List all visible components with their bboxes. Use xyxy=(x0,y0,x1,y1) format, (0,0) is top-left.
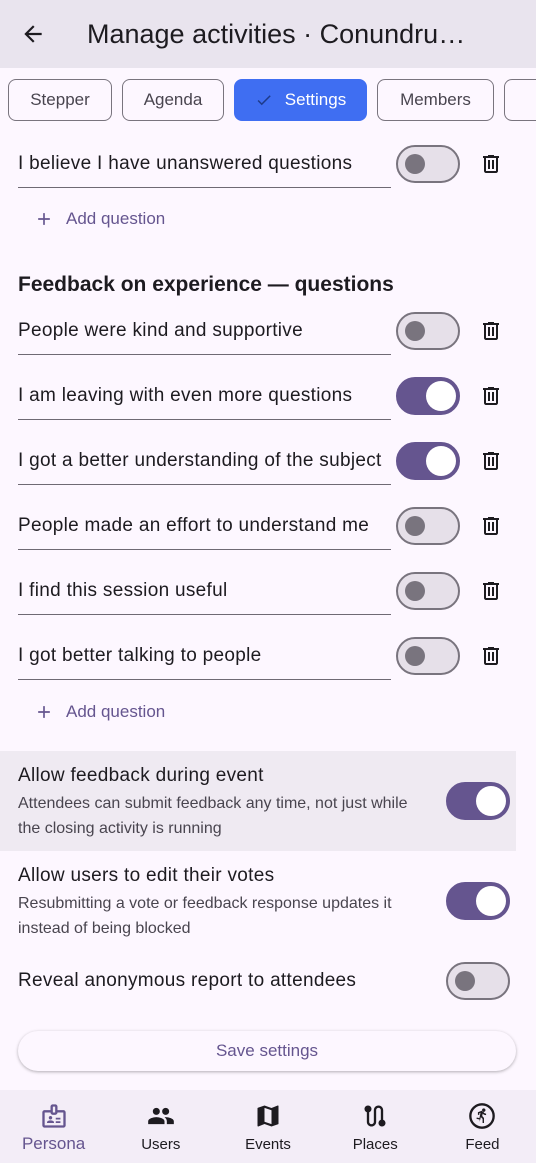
question-field[interactable]: I find this session useful xyxy=(18,567,391,615)
nav-label: Events xyxy=(245,1136,291,1153)
question-toggle[interactable] xyxy=(396,442,460,480)
bottom-navigation: Persona Users Events Places Feed xyxy=(0,1090,536,1163)
nav-label: Places xyxy=(352,1136,398,1153)
question-toggle[interactable] xyxy=(396,145,460,183)
setting-edit-votes[interactable]: Allow users to edit their votes Resubmit… xyxy=(0,851,516,951)
add-question-label: Add question xyxy=(66,702,166,721)
tab-agenda[interactable]: Agenda xyxy=(122,79,224,121)
tab-members[interactable]: Members xyxy=(377,79,494,121)
delete-icon[interactable] xyxy=(479,152,503,176)
setting-subtitle: Attendees can submit feedback any time, … xyxy=(18,795,408,837)
section-title: Feedback on experience — questions xyxy=(18,273,394,296)
setting-allow-feedback[interactable]: Allow feedback during event Attendees ca… xyxy=(0,751,516,851)
nav-item-users[interactable]: Users xyxy=(107,1090,214,1163)
arrow-back-icon xyxy=(24,25,42,43)
delete-icon[interactable] xyxy=(479,319,503,343)
setting-title: Allow users to edit their votes xyxy=(18,865,275,886)
nav-label: Feed xyxy=(465,1136,500,1153)
group-icon xyxy=(147,1102,175,1130)
nav-item-feed[interactable]: Feed xyxy=(429,1090,536,1163)
tab-bar: Stepper Agenda Settings Members xyxy=(0,68,536,132)
page-title: Manage activities · Conundrum C... xyxy=(87,18,487,49)
question-toggle[interactable] xyxy=(396,637,460,675)
question-field[interactable]: People made an effort to understand me xyxy=(18,502,391,550)
tab-label: Agenda xyxy=(143,90,203,109)
question-field[interactable]: I got better talking to people xyxy=(18,632,391,680)
question-toggle[interactable] xyxy=(396,507,460,545)
question-toggle[interactable] xyxy=(396,572,460,610)
setting-toggle[interactable] xyxy=(446,782,510,820)
badge-icon xyxy=(40,1102,68,1130)
tab-settings[interactable]: Settings xyxy=(234,79,367,121)
setting-title: Reveal anonymous report to attendees xyxy=(18,970,357,991)
nav-item-events[interactable]: Events xyxy=(214,1090,321,1163)
plus-icon xyxy=(34,702,54,722)
tab-stepper[interactable]: Stepper xyxy=(8,79,112,121)
delete-icon[interactable] xyxy=(479,579,503,603)
question-field[interactable]: I believe I have unanswered questions xyxy=(18,140,391,188)
tab-label: Stepper xyxy=(30,90,90,109)
back-button[interactable] xyxy=(9,10,57,58)
setting-reveal-report[interactable]: Reveal anonymous report to attendees xyxy=(0,951,516,1013)
nav-label: Persona xyxy=(21,1134,86,1153)
add-question-button[interactable]: Add question xyxy=(34,697,165,727)
nav-item-places[interactable]: Places xyxy=(322,1090,429,1163)
delete-icon[interactable] xyxy=(479,514,503,538)
nav-label: Users xyxy=(141,1136,181,1153)
directions-run-icon xyxy=(468,1102,496,1130)
setting-toggle[interactable] xyxy=(446,962,510,1000)
map-icon xyxy=(254,1102,282,1130)
question-field[interactable]: People were kind and supportive xyxy=(18,307,391,355)
add-question-label: Add question xyxy=(66,209,166,228)
add-question-button[interactable]: Add question xyxy=(34,204,165,234)
question-toggle[interactable] xyxy=(396,377,460,415)
setting-subtitle: Resubmitting a vote or feedback response… xyxy=(18,895,392,937)
setting-toggle[interactable] xyxy=(446,882,510,920)
setting-title: Allow feedback during event xyxy=(18,765,264,786)
delete-icon[interactable] xyxy=(479,644,503,668)
plus-icon xyxy=(34,209,54,229)
app-bar: Manage activities · Conundrum C... xyxy=(0,0,536,68)
check-icon xyxy=(255,91,273,109)
tab-label: Members xyxy=(400,90,471,109)
delete-icon[interactable] xyxy=(479,449,503,473)
save-settings-button[interactable]: Save settings xyxy=(18,1031,516,1071)
route-icon xyxy=(361,1102,389,1130)
delete-icon[interactable] xyxy=(479,384,503,408)
question-toggle[interactable] xyxy=(396,312,460,350)
tab-overflow[interactable] xyxy=(504,79,536,121)
tab-label: Settings xyxy=(284,90,347,109)
nav-item-persona[interactable]: Persona xyxy=(0,1090,107,1163)
question-field[interactable]: I am leaving with even more questions xyxy=(18,372,391,420)
question-field[interactable]: I got a better understanding of the subj… xyxy=(18,437,391,485)
